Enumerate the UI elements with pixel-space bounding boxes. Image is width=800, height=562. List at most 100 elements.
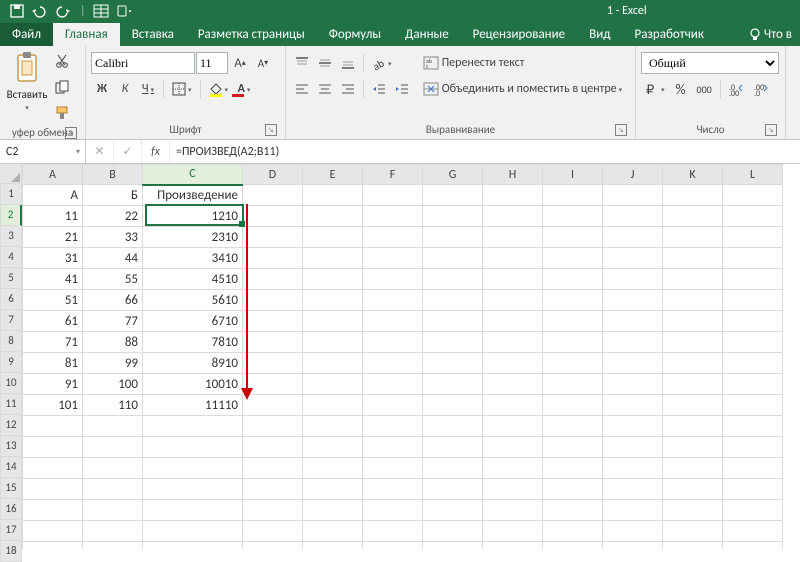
cell[interactable] — [363, 353, 423, 374]
cell[interactable] — [603, 311, 663, 332]
cell[interactable]: А — [23, 185, 83, 206]
cell[interactable] — [483, 395, 543, 416]
cell[interactable] — [303, 269, 363, 290]
cell[interactable] — [663, 374, 723, 395]
underline-button[interactable]: Ч — [137, 78, 159, 100]
cell[interactable] — [363, 290, 423, 311]
cell[interactable]: 31 — [23, 248, 83, 269]
cell[interactable] — [663, 248, 723, 269]
cell[interactable] — [83, 500, 143, 521]
cell[interactable] — [303, 437, 363, 458]
number-format-select[interactable]: Общий — [641, 52, 779, 74]
row-header[interactable]: 11 — [0, 394, 22, 415]
copy-button[interactable] — [51, 76, 73, 98]
cell[interactable] — [663, 353, 723, 374]
cell[interactable] — [363, 227, 423, 248]
cell[interactable] — [363, 269, 423, 290]
orientation-button[interactable]: ab — [368, 52, 396, 74]
cell[interactable] — [483, 500, 543, 521]
increase-indent-button[interactable] — [391, 78, 413, 100]
table-row[interactable] — [23, 542, 783, 550]
dialog-launcher-icon[interactable]: ↘ — [265, 124, 277, 136]
cell[interactable] — [543, 416, 603, 437]
font-size-input[interactable] — [196, 52, 228, 74]
cell[interactable] — [143, 458, 243, 479]
cell[interactable] — [723, 269, 783, 290]
cell[interactable] — [143, 500, 243, 521]
row-header[interactable]: 4 — [0, 247, 22, 268]
cell[interactable] — [23, 416, 83, 437]
dialog-launcher-icon[interactable]: ↘ — [615, 124, 627, 136]
cell[interactable] — [363, 185, 423, 206]
align-bottom-button[interactable] — [337, 52, 359, 74]
cell[interactable] — [423, 353, 483, 374]
cell[interactable] — [423, 248, 483, 269]
cell[interactable] — [723, 185, 783, 206]
tell-me[interactable]: Что в — [741, 23, 800, 46]
cell[interactable] — [363, 521, 423, 542]
cell[interactable] — [363, 437, 423, 458]
cell[interactable] — [723, 206, 783, 227]
col-header[interactable]: H — [483, 165, 543, 185]
comma-style-button[interactable]: 000 — [693, 78, 716, 100]
row-header[interactable]: 12 — [0, 415, 22, 436]
cell[interactable] — [23, 500, 83, 521]
cell[interactable] — [243, 206, 303, 227]
cell[interactable] — [23, 458, 83, 479]
cell[interactable] — [603, 437, 663, 458]
cell[interactable] — [543, 479, 603, 500]
cell[interactable] — [363, 374, 423, 395]
cell[interactable] — [243, 416, 303, 437]
cell[interactable] — [543, 185, 603, 206]
cell[interactable] — [483, 227, 543, 248]
cell[interactable]: 110 — [83, 395, 143, 416]
cell[interactable] — [303, 248, 363, 269]
cell[interactable] — [483, 206, 543, 227]
cell[interactable] — [303, 227, 363, 248]
cell[interactable]: 8910 — [143, 353, 243, 374]
fill-color-button[interactable] — [205, 78, 233, 100]
cell[interactable] — [723, 500, 783, 521]
cell[interactable] — [543, 437, 603, 458]
table-row[interactable]: 9110010010 — [23, 374, 783, 395]
cell[interactable] — [143, 521, 243, 542]
cell[interactable] — [663, 206, 723, 227]
cell[interactable] — [363, 248, 423, 269]
cell[interactable] — [83, 521, 143, 542]
cell[interactable] — [723, 227, 783, 248]
cell[interactable] — [543, 395, 603, 416]
cut-button[interactable] — [51, 50, 73, 72]
cell[interactable]: 61 — [23, 311, 83, 332]
dialog-launcher-icon[interactable]: ↘ — [765, 124, 777, 136]
cell[interactable] — [603, 206, 663, 227]
cell[interactable] — [243, 437, 303, 458]
table-row[interactable] — [23, 437, 783, 458]
cell[interactable] — [723, 542, 783, 550]
row-header[interactable]: 6 — [0, 289, 22, 310]
cell[interactable] — [483, 374, 543, 395]
cell[interactable] — [243, 248, 303, 269]
table-row[interactable] — [23, 479, 783, 500]
cell[interactable] — [303, 374, 363, 395]
cell[interactable] — [363, 311, 423, 332]
col-header[interactable]: K — [663, 165, 723, 185]
insert-function-button[interactable]: fx — [142, 140, 170, 163]
cell[interactable] — [723, 248, 783, 269]
tab-insert[interactable]: Вставка — [120, 23, 186, 46]
cell[interactable] — [543, 500, 603, 521]
align-left-button[interactable] — [291, 78, 313, 100]
cell[interactable]: 71 — [23, 332, 83, 353]
table-row[interactable] — [23, 500, 783, 521]
cell[interactable] — [23, 437, 83, 458]
cell[interactable] — [663, 542, 723, 550]
table-row[interactable]: 71887810 — [23, 332, 783, 353]
cell[interactable] — [243, 290, 303, 311]
align-center-button[interactable] — [314, 78, 336, 100]
accounting-format-button[interactable]: ₽ — [641, 78, 669, 100]
cell[interactable] — [543, 248, 603, 269]
tab-view[interactable]: Вид — [577, 23, 622, 46]
cell[interactable] — [483, 458, 543, 479]
cell[interactable] — [363, 542, 423, 550]
cell[interactable] — [363, 458, 423, 479]
cell[interactable] — [303, 332, 363, 353]
